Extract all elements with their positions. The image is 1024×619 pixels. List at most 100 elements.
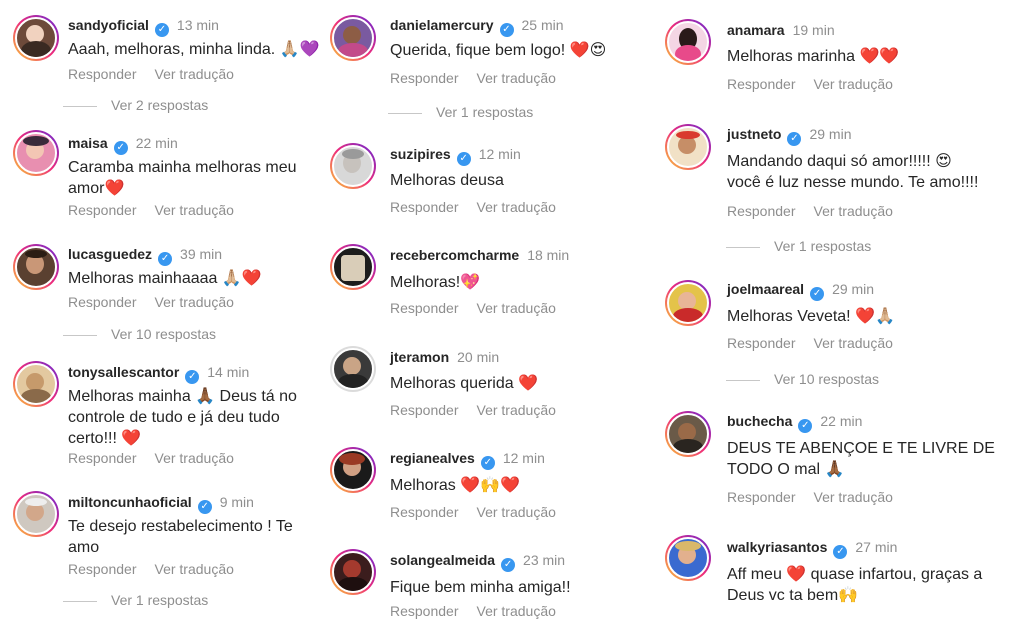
- reply-button[interactable]: Responder: [727, 489, 796, 505]
- avatar[interactable]: [13, 491, 59, 537]
- translate-button[interactable]: Ver tradução: [155, 294, 234, 310]
- translate-button[interactable]: Ver tradução: [814, 203, 893, 219]
- translate-button[interactable]: Ver tradução: [814, 489, 893, 505]
- comment-text: Melhoras!💖: [390, 274, 481, 291]
- translate-button[interactable]: Ver tradução: [477, 603, 556, 619]
- avatar[interactable]: [330, 549, 376, 595]
- comment-text: Mandando daqui só amor!!!!! 😍 você é luz…: [727, 153, 979, 191]
- timestamp: 12 min: [502, 450, 545, 466]
- username[interactable]: tonysallescantor: [68, 364, 179, 380]
- avatar[interactable]: [665, 535, 711, 581]
- username[interactable]: lucasguedez: [68, 246, 152, 262]
- reply-button[interactable]: Responder: [68, 202, 137, 218]
- username[interactable]: danielamercury: [390, 17, 494, 33]
- view-replies-button[interactable]: Ver 10 respostas: [63, 326, 216, 342]
- reply-button[interactable]: Responder: [68, 66, 137, 82]
- username[interactable]: suzipires: [390, 146, 451, 162]
- timestamp: 23 min: [523, 552, 566, 568]
- verified-badge-icon: ✓: [154, 23, 169, 37]
- replies-divider: [388, 112, 422, 114]
- translate-button[interactable]: Ver tradução: [155, 450, 234, 466]
- translate-button[interactable]: Ver tradução: [814, 76, 893, 92]
- avatar[interactable]: [665, 280, 711, 326]
- avatar[interactable]: [13, 361, 59, 407]
- verified-badge-icon: ✓: [480, 456, 495, 470]
- translate-button[interactable]: Ver tradução: [477, 70, 556, 86]
- translate-button[interactable]: Ver tradução: [477, 199, 556, 215]
- username[interactable]: maisa: [68, 135, 108, 151]
- verified-badge-icon: ✓: [158, 252, 173, 266]
- replies-divider: [63, 334, 97, 336]
- timestamp: 19 min: [792, 22, 835, 38]
- username[interactable]: jteramon: [390, 349, 449, 365]
- username[interactable]: regianealves: [390, 450, 475, 466]
- translate-button[interactable]: Ver tradução: [155, 561, 234, 577]
- reply-button[interactable]: Responder: [68, 561, 137, 577]
- view-replies-button[interactable]: Ver 10 respostas: [726, 371, 879, 387]
- reply-button[interactable]: Responder: [390, 402, 459, 418]
- comment-text: DEUS TE ABENÇOE E TE LIVRE DE TODO O mal…: [727, 440, 995, 478]
- comment-text: Melhoras Veveta! ❤️🙏🏼: [727, 308, 895, 325]
- username[interactable]: joelmaareal: [727, 281, 804, 297]
- translate-button[interactable]: Ver tradução: [477, 402, 556, 418]
- avatar[interactable]: [13, 15, 59, 61]
- replies-divider: [63, 600, 97, 602]
- username[interactable]: recebercomcharme: [390, 247, 519, 263]
- timestamp: 12 min: [478, 146, 521, 162]
- translate-button[interactable]: Ver tradução: [814, 335, 893, 351]
- avatar[interactable]: [330, 143, 376, 189]
- avatar[interactable]: [330, 447, 376, 493]
- replies-divider: [726, 246, 760, 248]
- comment-text: Querida, fique bem logo! ❤️😍: [390, 42, 607, 59]
- reply-button[interactable]: Responder: [390, 603, 459, 619]
- avatar[interactable]: [665, 411, 711, 457]
- view-replies-button[interactable]: Ver 2 respostas: [63, 97, 208, 113]
- comment-text: Aff meu ❤️ quase infartou, graças a Deus…: [727, 566, 983, 604]
- avatar[interactable]: [330, 15, 376, 61]
- timestamp: 22 min: [820, 413, 863, 429]
- view-replies-button[interactable]: Ver 1 respostas: [63, 592, 208, 608]
- reply-button[interactable]: Responder: [390, 199, 459, 215]
- username[interactable]: walkyriasantos: [727, 539, 827, 555]
- replies-divider: [726, 379, 760, 381]
- comment-text: Melhoras mainhaaaa 🙏🏼❤️: [68, 270, 262, 287]
- reply-button[interactable]: Responder: [68, 294, 137, 310]
- avatar[interactable]: [330, 346, 376, 392]
- reply-button[interactable]: Responder: [727, 76, 796, 92]
- reply-button[interactable]: Responder: [390, 300, 459, 316]
- reply-button[interactable]: Responder: [727, 335, 796, 351]
- timestamp: 9 min: [219, 494, 254, 510]
- verified-badge-icon: ✓: [833, 545, 848, 559]
- comments-column-3: anamara 19 min Melhoras marinha ❤️❤️ Resp…: [663, 0, 1024, 614]
- translate-button[interactable]: Ver tradução: [477, 504, 556, 520]
- timestamp: 27 min: [855, 539, 898, 555]
- timestamp: 39 min: [180, 246, 223, 262]
- avatar[interactable]: [13, 244, 59, 290]
- username[interactable]: anamara: [727, 22, 785, 38]
- verified-badge-icon: ✓: [787, 132, 802, 146]
- verified-badge-icon: ✓: [798, 419, 813, 433]
- verified-badge-icon: ✓: [501, 558, 516, 572]
- reply-button[interactable]: Responder: [727, 203, 796, 219]
- avatar[interactable]: [665, 19, 711, 65]
- reply-button[interactable]: Responder: [390, 504, 459, 520]
- translate-button[interactable]: Ver tradução: [477, 300, 556, 316]
- reply-button[interactable]: Responder: [68, 450, 137, 466]
- view-replies-button[interactable]: Ver 1 respostas: [726, 238, 871, 254]
- avatar[interactable]: [330, 244, 376, 290]
- translate-button[interactable]: Ver tradução: [155, 66, 234, 82]
- view-replies-button[interactable]: Ver 1 respostas: [388, 104, 533, 120]
- reply-button[interactable]: Responder: [390, 70, 459, 86]
- avatar[interactable]: [13, 130, 59, 176]
- comment-text: Melhoras deusa: [390, 172, 504, 189]
- username[interactable]: buchecha: [727, 413, 792, 429]
- username[interactable]: miltoncunhaoficial: [68, 494, 192, 510]
- username[interactable]: solangealmeida: [390, 552, 495, 568]
- username[interactable]: sandyoficial: [68, 17, 149, 33]
- avatar[interactable]: [665, 124, 711, 170]
- comment-text: Melhoras mainha 🙏🏾 Deus tá no controle d…: [68, 388, 297, 447]
- comment-text: Fique bem minha amiga!!: [390, 579, 571, 596]
- translate-button[interactable]: Ver tradução: [155, 202, 234, 218]
- comment-text: Melhoras ❤️🙌❤️: [390, 477, 521, 494]
- username[interactable]: justneto: [727, 126, 781, 142]
